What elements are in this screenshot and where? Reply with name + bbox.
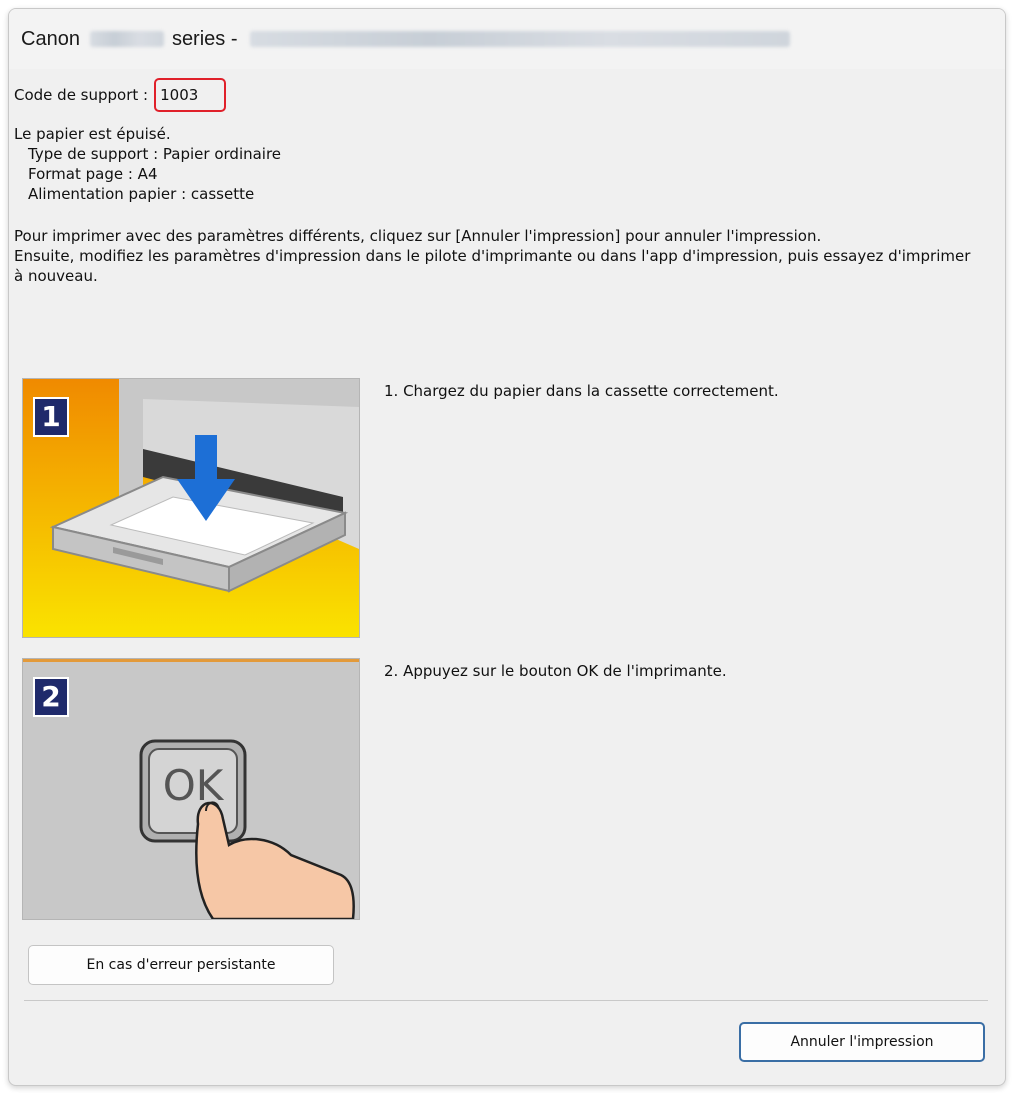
step1-illustration: 1 — [22, 378, 360, 638]
cancel-print-button[interactable]: Annuler l'impression — [739, 1022, 985, 1062]
persistent-error-button[interactable]: En cas d'erreur persistante — [28, 945, 334, 985]
support-code-highlight: 1003 — [154, 78, 227, 112]
redacted-device-id — [249, 31, 790, 47]
detail-paper-source: Alimentation papier : cassette — [28, 185, 255, 203]
step2-illustration: OK 2 — [22, 658, 360, 921]
window-title-series: series - — [171, 27, 238, 50]
step1-badge: 1 — [33, 397, 69, 437]
support-code-line: Code de support : 1003 — [14, 78, 998, 112]
step2-badge: 2 — [33, 677, 69, 717]
step1-text: 1. Chargez du papier dans la cassette co… — [384, 382, 779, 400]
footer-divider — [24, 1000, 988, 1001]
instruction-cancel: Pour imprimer avec des paramètres différ… — [14, 227, 822, 245]
support-code-label: Code de support : — [14, 86, 149, 104]
ok-label: OK — [162, 761, 224, 810]
detail-media-type: Type de support : Papier ordinaire — [28, 145, 282, 163]
support-code-value: 1003 — [160, 86, 199, 104]
window-title-brand: Canon — [21, 27, 80, 50]
cassette-image — [23, 379, 359, 637]
detail-page-size: Format page : A4 — [28, 165, 158, 183]
status-block: Le papier est épuisé. Type de support : … — [14, 124, 998, 204]
status-title: Le papier est épuisé. — [14, 125, 171, 143]
instructions-block: Pour imprimer avec des paramètres différ… — [14, 226, 974, 286]
redacted-model-name — [89, 31, 164, 47]
step2-text: 2. Appuyez sur le bouton OK de l'imprima… — [384, 662, 727, 680]
title-bar: Canon series - — [9, 9, 1005, 69]
instruction-modify: Ensuite, modifiez les paramètres d'impre… — [14, 247, 971, 285]
dialog-content: Code de support : 1003 Le papier est épu… — [14, 78, 998, 286]
